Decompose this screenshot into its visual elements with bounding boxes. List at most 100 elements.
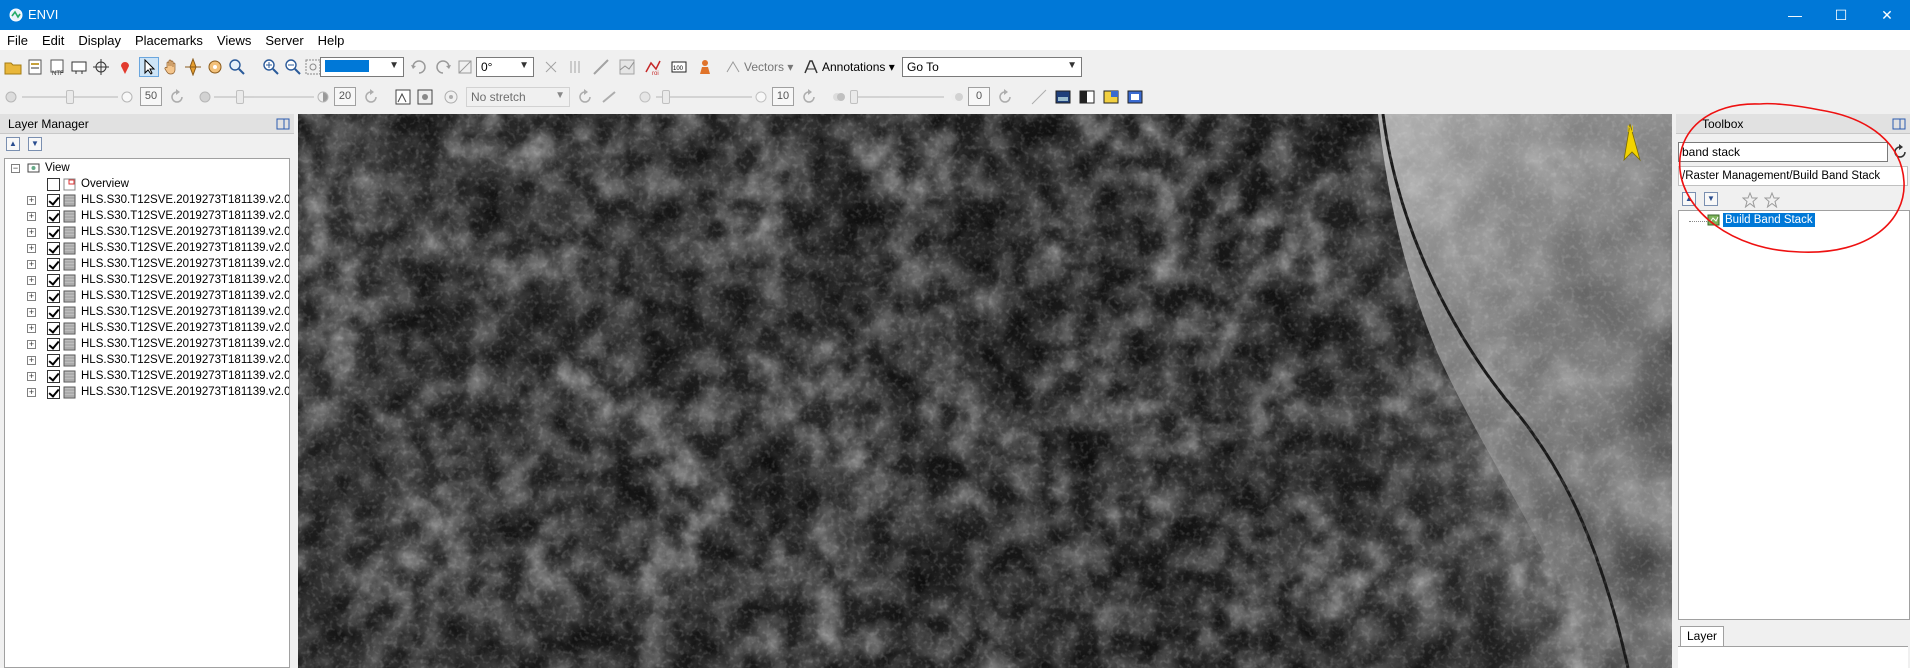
- annotations-icon[interactable]: [802, 58, 820, 76]
- rgb-icon[interactable]: [1126, 88, 1144, 106]
- layer-checkbox[interactable]: [47, 338, 60, 351]
- layer-checkbox[interactable]: [47, 322, 60, 335]
- minimize-button[interactable]: —: [1772, 0, 1818, 30]
- expand-toggle[interactable]: +: [27, 196, 36, 205]
- select-arrow-icon[interactable]: [139, 57, 159, 77]
- menu-file[interactable]: File: [0, 30, 35, 48]
- grayscale-icon[interactable]: [1078, 88, 1096, 106]
- zoom-in-icon[interactable]: [228, 58, 246, 76]
- pan-hand-icon[interactable]: [162, 58, 180, 76]
- stretch-icon[interactable]: [442, 88, 460, 106]
- expand-toggle[interactable]: +: [27, 388, 36, 397]
- histogram-icon[interactable]: [394, 88, 412, 106]
- menu-views[interactable]: Views: [210, 30, 258, 48]
- expand-toggle[interactable]: +: [27, 244, 36, 253]
- fly-icon[interactable]: [184, 58, 202, 76]
- favorites-icon[interactable]: [1764, 192, 1780, 208]
- brightness-value[interactable]: 50: [140, 87, 162, 106]
- menu-server[interactable]: Server: [258, 30, 310, 48]
- reset-icon[interactable]: [362, 88, 380, 106]
- chip-view-icon[interactable]: [70, 58, 88, 76]
- menu-display[interactable]: Display: [71, 30, 128, 48]
- layer-checkbox[interactable]: [47, 306, 60, 319]
- toolbox-search-input[interactable]: [1678, 142, 1888, 162]
- measure-icon[interactable]: [592, 58, 610, 76]
- layer-checkbox[interactable]: [47, 210, 60, 223]
- transparency-slider[interactable]: [850, 90, 944, 104]
- collapse-all-button[interactable]: ▲: [1682, 192, 1696, 206]
- image-view[interactable]: N: [298, 114, 1672, 668]
- vectors-icon[interactable]: [724, 58, 742, 76]
- ntf-icon[interactable]: NTF: [48, 58, 66, 76]
- dock-icon[interactable]: [1892, 117, 1906, 131]
- close-button[interactable]: ✕: [1864, 0, 1910, 30]
- reset-icon[interactable]: [800, 88, 818, 106]
- slider-knob[interactable]: [662, 90, 670, 104]
- menu-help[interactable]: Help: [311, 30, 352, 48]
- stretch-select[interactable]: No stretch ▼: [466, 87, 570, 107]
- expand-toggle[interactable]: +: [27, 356, 36, 365]
- expand-toggle[interactable]: +: [27, 372, 36, 381]
- contrast-value[interactable]: 20: [334, 87, 356, 106]
- roi-tool-icon[interactable]: roi: [644, 58, 662, 76]
- tool-build-band-stack[interactable]: Build Band Stack: [1723, 213, 1815, 227]
- reset-icon[interactable]: [996, 88, 1014, 106]
- layer-checkbox[interactable]: [47, 370, 60, 383]
- expand-toggle[interactable]: +: [27, 212, 36, 221]
- layer-checkbox[interactable]: [47, 274, 60, 287]
- slider-knob[interactable]: [66, 90, 74, 104]
- data-manager-icon[interactable]: [26, 58, 44, 76]
- layer-row[interactable]: + HLS.S30.T12SVE.2019273T181139.v2.0.B: [5, 193, 289, 209]
- zoom-plus-icon[interactable]: [262, 58, 280, 76]
- layer-row[interactable]: + HLS.S30.T12SVE.2019273T181139.v2.0.B: [5, 385, 289, 401]
- maximize-button[interactable]: ☐: [1818, 0, 1864, 30]
- expand-toggle[interactable]: +: [27, 292, 36, 301]
- expand-all-button[interactable]: ▼: [1704, 192, 1718, 206]
- menu-edit[interactable]: Edit: [35, 30, 71, 48]
- transparency-value[interactable]: 0: [968, 87, 990, 106]
- view-image-icon[interactable]: [1054, 88, 1072, 106]
- open-folder-icon[interactable]: [4, 58, 22, 76]
- pixel-locator-icon[interactable]: [566, 58, 584, 76]
- sharpen-slider[interactable]: [656, 90, 752, 104]
- reset-icon[interactable]: [576, 88, 594, 106]
- layer-row[interactable]: + HLS.S30.T12SVE.2019273T181139.v2.0.B: [5, 289, 289, 305]
- sharpen-value[interactable]: 10: [772, 87, 794, 106]
- slider-knob[interactable]: [850, 90, 858, 104]
- chip-person-icon[interactable]: [696, 58, 714, 76]
- rotate-icon[interactable]: [206, 58, 224, 76]
- expand-toggle[interactable]: +: [27, 260, 36, 269]
- goto-field[interactable]: Go To ▼: [902, 57, 1082, 77]
- layer-checkbox[interactable]: [47, 386, 60, 399]
- tree-root-view[interactable]: − View: [5, 161, 285, 177]
- layer-row[interactable]: + HLS.S30.T12SVE.2019273T181139.v2.0.B: [5, 369, 289, 385]
- layer-row[interactable]: + HLS.S30.T12SVE.2019273T181139.v2.0.B: [5, 273, 289, 289]
- layer-row[interactable]: + HLS.S30.T12SVE.2019273T181139.v2.0.B: [5, 353, 289, 369]
- layer-checkbox[interactable]: [47, 354, 60, 367]
- layer-row[interactable]: + HLS.S30.T12SVE.2019273T181139.v2.0.B: [5, 321, 289, 337]
- layer-row[interactable]: + HLS.S30.T12SVE.2019273T181139.v2.0.B: [5, 305, 289, 321]
- refresh-icon[interactable]: [1892, 144, 1908, 160]
- tree-overview[interactable]: Overview: [5, 177, 285, 193]
- collapse-toggle[interactable]: −: [11, 164, 20, 173]
- zoom-level-select[interactable]: ▼: [320, 57, 404, 77]
- profile-icon[interactable]: [618, 58, 636, 76]
- zoom-minus-icon[interactable]: [284, 58, 302, 76]
- reset-icon[interactable]: [168, 88, 186, 106]
- layer-row[interactable]: + HLS.S30.T12SVE.2019273T181139.v2.0.B: [5, 257, 289, 273]
- layer-row[interactable]: + HLS.S30.T12SVE.2019273T181139.v2.0.B: [5, 337, 289, 353]
- layer-row[interactable]: + HLS.S30.T12SVE.2019273T181139.v2.0.B: [5, 209, 289, 225]
- annotations-menu[interactable]: Annotations ▾: [822, 60, 895, 74]
- layer-row[interactable]: + HLS.S30.T12SVE.2019273T181139.v2.0.B: [5, 225, 289, 241]
- expand-toggle[interactable]: +: [27, 340, 36, 349]
- sharpen-options-icon[interactable]: [600, 88, 618, 106]
- crosshair-icon[interactable]: [92, 58, 110, 76]
- expand-toggle[interactable]: +: [27, 228, 36, 237]
- layer-checkbox[interactable]: [47, 242, 60, 255]
- layer-checkbox[interactable]: [47, 290, 60, 303]
- favorite-star-icon[interactable]: [1742, 192, 1758, 208]
- layer-row[interactable]: + HLS.S30.T12SVE.2019273T181139.v2.0.B: [5, 241, 289, 257]
- stretch-type-icon[interactable]: [416, 88, 434, 106]
- rotate-reset-icon[interactable]: [456, 58, 474, 76]
- rotate-left-icon[interactable]: [410, 58, 428, 76]
